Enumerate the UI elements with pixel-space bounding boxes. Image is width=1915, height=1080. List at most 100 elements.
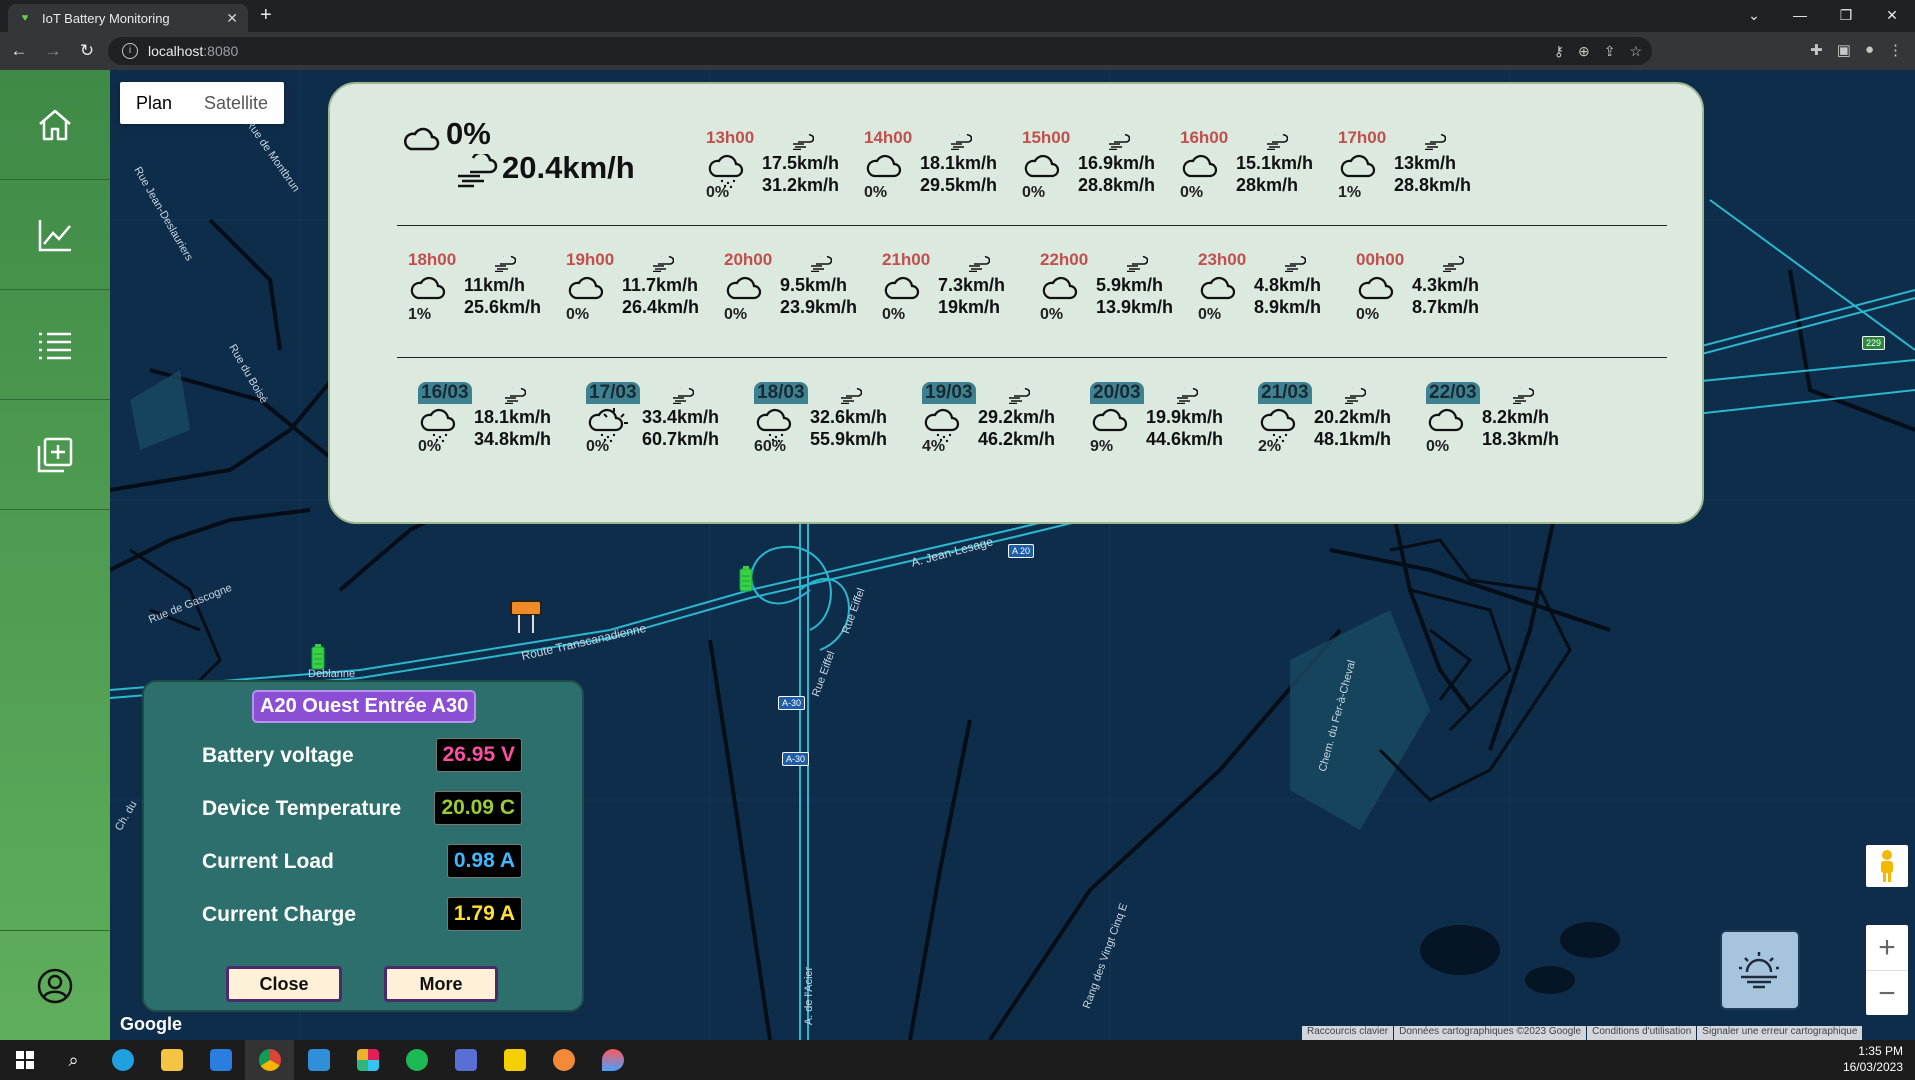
current-charge-row: Current Charge 1.79 A: [202, 897, 522, 933]
sidebar: [0, 70, 110, 1040]
forecast-precip: 0%: [724, 306, 748, 323]
forecast-wind-gust: 26.4km/h: [622, 297, 700, 317]
hourly-forecast-cell: 15h00 0% 16.9km/h 28.8km/h: [1022, 128, 1176, 228]
paint-icon[interactable]: [588, 1040, 637, 1080]
zoom-in-button[interactable]: +: [1866, 925, 1908, 970]
battery-voltage-value: 26.95 V: [435, 738, 522, 772]
forecast-precip: 0%: [566, 306, 590, 323]
search-icon[interactable]: ⌕: [49, 1040, 98, 1080]
map-type-satellite-button[interactable]: Satellite: [188, 82, 284, 124]
device-temperature-value: 20.09 C: [434, 791, 522, 825]
extensions-puzzle-icon[interactable]: ✚: [1810, 41, 1823, 59]
key-icon[interactable]: ⚷: [1554, 43, 1564, 60]
forecast-wind: 18.1km/h 34.8km/h: [474, 406, 551, 450]
media-app-icon[interactable]: [490, 1040, 539, 1080]
battery-voltage-label: Battery voltage: [202, 744, 354, 767]
hourly-forecast-cell: 00h00 0% 4.3km/h 8.7km/h: [1356, 250, 1510, 350]
hourly-forecast-cell: 20h00 0% 9.5km/h 23.9km/h: [724, 250, 878, 350]
github-desktop-icon[interactable]: [539, 1040, 588, 1080]
hourly-forecast-cell: 21h00 0% 7.3km/h 19km/h: [882, 250, 1036, 350]
weather-toggle-button[interactable]: [1720, 930, 1800, 1010]
minimize-icon[interactable]: —: [1777, 0, 1823, 32]
profile-avatar[interactable]: ●: [1865, 41, 1874, 59]
bookmark-star-icon[interactable]: ☆: [1629, 43, 1642, 60]
forecast-wind-gust: 19km/h: [938, 297, 1001, 317]
browser-tabbar: ♥ IoT Battery Monitoring ✕ + ⌄ — ❐ ✕: [0, 0, 1915, 32]
forecast-wind-speed: 16.9km/h: [1078, 153, 1156, 173]
sidebar-item-charts[interactable]: [0, 180, 110, 290]
sidebar-item-account[interactable]: [0, 930, 110, 1040]
share-icon[interactable]: ⇪: [1604, 43, 1616, 60]
forecast-wind: 4.8km/h 8.9km/h: [1254, 274, 1321, 318]
forecast-time: 13h00: [706, 128, 755, 147]
current-load-row: Current Load 0.98 A: [202, 844, 522, 880]
restore-icon[interactable]: ❐: [1823, 0, 1869, 32]
forecast-time: 17h00: [1338, 128, 1387, 147]
forecast-precip: 4%: [922, 438, 946, 455]
chrome-icon[interactable]: [245, 1040, 294, 1080]
forecast-day: 16/03: [418, 382, 472, 404]
sign-marker-orange[interactable]: [510, 600, 542, 634]
vscode-icon[interactable]: [294, 1040, 343, 1080]
sidebar-item-home[interactable]: [0, 70, 110, 180]
sidebar-item-list[interactable]: [0, 290, 110, 400]
forecast-wind-gust: 23.9km/h: [780, 297, 858, 317]
battery-marker-green[interactable]: [738, 566, 754, 592]
edge-icon[interactable]: [98, 1040, 147, 1080]
taskbar-clock[interactable]: 1:35 PM 16/03/2023: [1843, 1043, 1903, 1075]
chart-icon: [38, 219, 71, 251]
forecast-wind-speed: 4.8km/h: [1254, 275, 1322, 295]
station-title: A20 Ouest Entrée A30: [252, 690, 477, 723]
keyboard-shortcuts-link[interactable]: Raccourcis clavier: [1302, 1026, 1394, 1040]
forecast-wind: 20.2km/h 48.1km/h: [1314, 406, 1391, 450]
browser-tab[interactable]: ♥ IoT Battery Monitoring ✕: [8, 4, 248, 32]
street-view-pegman-icon[interactable]: [1866, 845, 1908, 887]
forecast-wind-speed: 7.3km/h: [938, 275, 1006, 295]
mail-icon[interactable]: [196, 1040, 245, 1080]
highway-shield: 229: [1862, 336, 1886, 350]
forecast-day: 18/03: [754, 382, 808, 404]
menu-kebab-icon[interactable]: ⋮: [1888, 41, 1903, 59]
map-label: A. de l'Acier: [803, 966, 816, 1026]
close-window-icon[interactable]: ✕: [1869, 0, 1915, 32]
forecast-wind: 7.3km/h 19km/h: [938, 274, 1005, 318]
forward-icon[interactable]: →: [38, 41, 68, 61]
zoom-icon[interactable]: ⊕: [1578, 43, 1590, 60]
map-type-plan-button[interactable]: Plan: [120, 82, 188, 124]
report-error-link[interactable]: Signaler une erreur cartographique: [1697, 1026, 1863, 1040]
spotify-icon[interactable]: [392, 1040, 441, 1080]
current-charge-label: Current Charge: [202, 903, 357, 926]
slack-icon[interactable]: [343, 1040, 392, 1080]
forecast-wind-speed: 9.5km/h: [780, 275, 848, 295]
wind-cloud-icon: [458, 154, 498, 188]
forecast-wind: 8.2km/h 18.3km/h: [1482, 406, 1559, 450]
terms-link[interactable]: Conditions d'utilisation: [1587, 1026, 1697, 1040]
more-button[interactable]: More: [384, 966, 498, 1002]
forecast-precip: 1%: [408, 306, 432, 323]
weather-panel: 0% 20.4km/h 13h00 0% 17.5km/h 31.2km/h 14h00…: [328, 82, 1704, 524]
forecast-wind-speed: 17.5km/h: [762, 153, 840, 173]
site-info-icon[interactable]: i: [122, 43, 138, 59]
daily-forecast-cell: 16/03 0% 18.1km/h 34.8km/h: [418, 382, 582, 482]
forecast-day: 19/03: [922, 382, 976, 404]
close-tab-icon[interactable]: ✕: [226, 10, 238, 27]
windows-logo-icon: [15, 1051, 34, 1069]
zoom-out-button[interactable]: −: [1866, 970, 1908, 1015]
sidepanel-icon[interactable]: ▣: [1837, 41, 1851, 59]
new-tab-button[interactable]: +: [260, 4, 272, 27]
network-app-icon[interactable]: [441, 1040, 490, 1080]
forecast-time: 18h00: [408, 250, 457, 269]
file-explorer-icon[interactable]: [147, 1040, 196, 1080]
user-icon: [37, 968, 73, 1003]
sidebar-item-add[interactable]: [0, 400, 110, 510]
start-button[interactable]: [0, 1040, 49, 1080]
tab-title: IoT Battery Monitoring: [42, 10, 170, 26]
current-charge-value: 1.79 A: [446, 897, 522, 931]
back-icon[interactable]: ←: [4, 41, 34, 61]
battery-marker-green[interactable]: [310, 644, 326, 670]
chevron-down-icon[interactable]: ⌄: [1731, 0, 1777, 32]
close-button[interactable]: Close: [226, 966, 342, 1002]
map-type-control: Plan Satellite: [120, 82, 285, 124]
url-input[interactable]: i localhost:8080 ⚷ ⊕ ⇪ ☆: [108, 37, 1652, 65]
reload-icon[interactable]: ↻: [72, 41, 102, 61]
